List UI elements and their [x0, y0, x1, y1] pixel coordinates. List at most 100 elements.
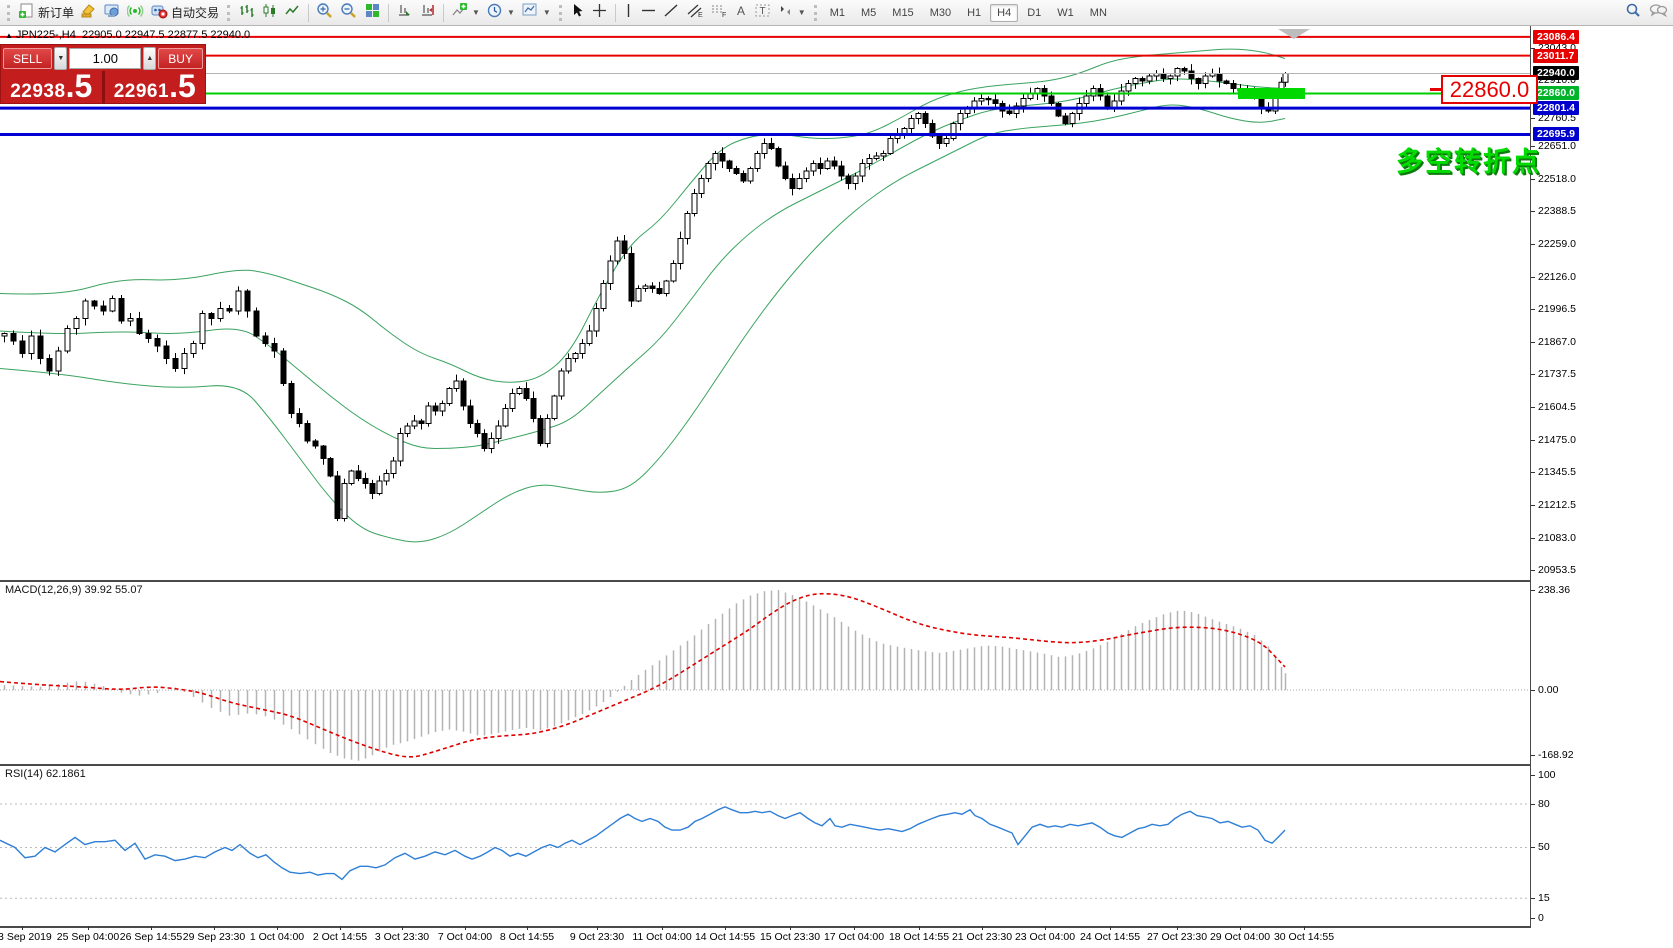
- rsi-chart-canvas[interactable]: [0, 766, 1530, 926]
- toolbar-drag-handle[interactable]: [7, 5, 10, 21]
- time-axis-label: 2 Oct 14:55: [313, 931, 367, 943]
- chart-shift-button[interactable]: [416, 0, 439, 26]
- line-chart-icon: [284, 2, 301, 24]
- templates-button[interactable]: ▼: [518, 0, 554, 26]
- line-chart-button[interactable]: [281, 0, 304, 26]
- indicators-button[interactable]: ▼: [448, 0, 483, 26]
- timeframe-button-M15[interactable]: M15: [885, 4, 920, 22]
- time-axis-label: 30 Oct 14:55: [1274, 931, 1334, 943]
- sell-price[interactable]: 22938 .5: [1, 71, 102, 104]
- axis-tick: [1531, 590, 1535, 591]
- timeframe-button-M1[interactable]: M1: [823, 4, 852, 22]
- rsi-tick-label: 80: [1538, 798, 1550, 810]
- zoom-out-button[interactable]: [337, 0, 361, 26]
- price-tick-label: 21996.5: [1538, 303, 1576, 315]
- axis-tick: [1045, 926, 1046, 930]
- horizontal-line-button[interactable]: [637, 0, 660, 26]
- metaeditor-button[interactable]: [77, 0, 100, 26]
- equidistant-channel-button[interactable]: E: [683, 0, 707, 26]
- horizontal-line-icon: [640, 2, 657, 24]
- macd-chart-canvas[interactable]: [0, 582, 1530, 764]
- axis-tick: [1531, 898, 1535, 899]
- axis-tick: [1531, 277, 1535, 278]
- bollinger-lower-band: [0, 105, 1285, 542]
- search-button[interactable]: [1621, 0, 1645, 26]
- fibonacci-button[interactable]: F: [707, 0, 731, 26]
- buy-price-int: 22961: [114, 81, 169, 103]
- buy-price-frac: .5: [169, 72, 196, 100]
- buy-button[interactable]: BUY: [158, 48, 203, 69]
- time-axis-label: 27 Oct 23:30: [1147, 931, 1207, 943]
- new-order-label: 新订单: [38, 4, 74, 21]
- auto-scroll-button[interactable]: [393, 0, 416, 26]
- price-tick-label: 21737.5: [1538, 368, 1576, 380]
- sell-button[interactable]: SELL: [3, 48, 52, 69]
- price-tick-label: 22388.5: [1538, 205, 1576, 217]
- timeframe-button-D1[interactable]: D1: [1020, 4, 1048, 22]
- bar-chart-button[interactable]: [235, 0, 258, 26]
- text-label-button[interactable]: T: [751, 0, 774, 26]
- chat-button[interactable]: [1645, 0, 1671, 26]
- metaeditor-icon: [80, 2, 97, 24]
- axis-tick: [465, 926, 466, 930]
- candlestick-chart-icon: [261, 2, 278, 24]
- price-tick-label: 21212.5: [1538, 499, 1576, 511]
- timeframe-button-M30[interactable]: M30: [923, 4, 958, 22]
- zoom-in-button[interactable]: [313, 0, 337, 26]
- macd-tick-label: 238.36: [1538, 584, 1570, 596]
- signals-button[interactable]: [124, 0, 147, 26]
- candlestick-chart-button[interactable]: [258, 0, 281, 26]
- volume-decrease-button[interactable]: ▼: [54, 47, 67, 70]
- periods-button[interactable]: ▼: [483, 0, 518, 26]
- cursor-button[interactable]: [567, 0, 588, 26]
- crosshair-button[interactable]: [588, 0, 611, 26]
- autotrading-label: 自动交易: [171, 4, 219, 21]
- chart-annotation[interactable]: 多空转折点: [1396, 140, 1541, 179]
- price-axis[interactable]: 23043.022910.022760.522651.022518.022388…: [1531, 26, 1673, 928]
- timeframe-button-H4[interactable]: H4: [990, 4, 1018, 22]
- chevron-down-icon: ▼: [507, 8, 515, 17]
- toolbar-drag-handle[interactable]: [814, 5, 817, 21]
- axis-tick: [1531, 244, 1535, 245]
- rsi-line: [0, 807, 1285, 880]
- trendline-button[interactable]: [660, 0, 683, 26]
- axis-tick: [1531, 407, 1535, 408]
- timeframe-button-W1[interactable]: W1: [1050, 4, 1081, 22]
- rsi-label: RSI(14) 62.1861: [5, 768, 86, 780]
- arrows-button[interactable]: ▼: [774, 0, 809, 26]
- market-watch-button[interactable]: [100, 0, 124, 26]
- toolbar-drag-handle[interactable]: [227, 5, 230, 21]
- time-axis-label: 15 Oct 23:30: [760, 931, 820, 943]
- time-axis-label: 9 Oct 23:30: [570, 931, 624, 943]
- timeframe-button-M5[interactable]: M5: [854, 4, 883, 22]
- volume-increase-button[interactable]: ▲: [143, 47, 156, 70]
- axis-tick: [1531, 118, 1535, 119]
- axis-tick: [151, 926, 152, 930]
- axis-tick: [1531, 690, 1535, 691]
- bar-chart-icon: [238, 2, 255, 24]
- axis-tick: [919, 926, 920, 930]
- autotrading-button[interactable]: 自动交易: [147, 0, 222, 26]
- toolbar-drag-handle[interactable]: [559, 5, 562, 21]
- axis-tick: [854, 926, 855, 930]
- highlight-segment: [1238, 88, 1305, 99]
- timeframe-button-H1[interactable]: H1: [960, 4, 988, 22]
- buy-price[interactable]: 22961 .5: [105, 71, 206, 104]
- new-order-button[interactable]: 新订单: [15, 0, 77, 26]
- main-chart-canvas[interactable]: [0, 26, 1530, 580]
- axis-tick: [214, 926, 215, 930]
- cursor-icon: [570, 2, 585, 24]
- price-tag[interactable]: 22860.0: [1441, 75, 1538, 104]
- tile-windows-button[interactable]: [361, 0, 384, 26]
- axis-tick: [1110, 926, 1111, 930]
- volume-input[interactable]: [69, 48, 141, 69]
- price-tick-label: 21083.0: [1538, 532, 1576, 544]
- rsi-tick-label: 50: [1538, 841, 1550, 853]
- timeframe-button-MN[interactable]: MN: [1083, 4, 1114, 22]
- price-tick-label: 21345.5: [1538, 466, 1576, 478]
- one-click-toggle-arrow[interactable]: ▲: [5, 31, 13, 40]
- text-button[interactable]: A: [731, 0, 751, 26]
- price-tick-label: 20953.5: [1538, 564, 1576, 576]
- time-axis[interactable]: 23 Sep 201925 Sep 04:0026 Sep 14:5529 Se…: [0, 928, 1530, 948]
- vertical-line-button[interactable]: [620, 0, 637, 26]
